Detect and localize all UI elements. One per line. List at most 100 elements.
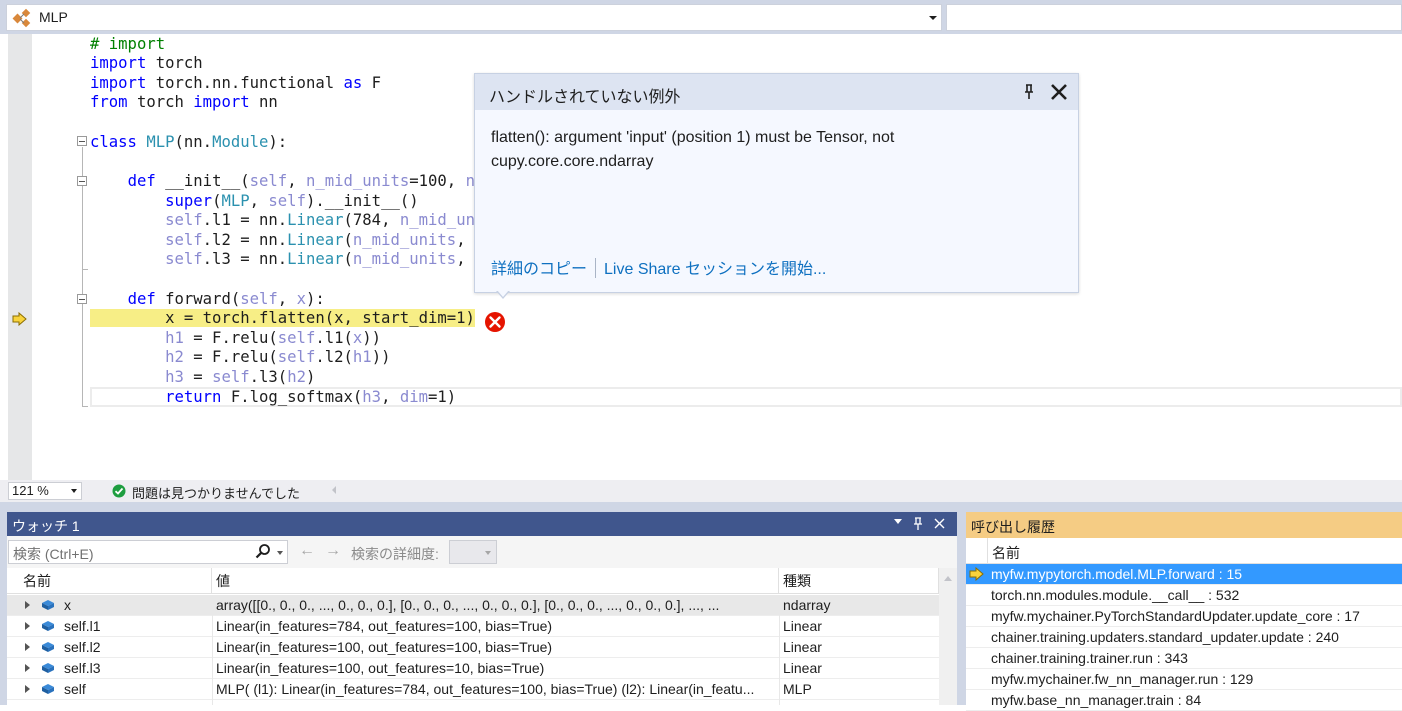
- chevron-down-icon[interactable]: [929, 16, 937, 20]
- close-icon[interactable]: [1049, 82, 1069, 102]
- nav-title: MLP: [39, 9, 68, 25]
- call-stack-title: 呼び出し履歴: [971, 519, 1055, 535]
- current-code-line: x = torch.flatten(x, start_dim=1): [90, 309, 475, 327]
- close-icon[interactable]: [934, 518, 945, 529]
- search-options-icon[interactable]: [277, 551, 283, 555]
- pin-icon[interactable]: [913, 517, 923, 531]
- stack-frame[interactable]: torch.nn.modules.module.__call__ : 532: [966, 585, 1402, 606]
- watch-type: Linear: [783, 660, 822, 676]
- column-header-type[interactable]: 種類: [779, 568, 939, 594]
- stack-frame[interactable]: myfw.mychainer.PyTorchStandardUpdater.up…: [966, 606, 1402, 627]
- watch-name: self.l3: [64, 660, 101, 676]
- exception-pointer-fill: [497, 290, 509, 297]
- object-icon: [42, 642, 54, 652]
- watch-value: array([[0., 0., 0., ..., 0., 0., 0.], [0…: [216, 597, 720, 613]
- watch-value: Linear(in_features=784, out_features=100…: [216, 618, 553, 634]
- call-stack-window: 呼び出し履歴 名前 myfw.mypytorch.model.MLP.forwa…: [966, 512, 1402, 711]
- pin-icon[interactable]: [1023, 84, 1035, 100]
- watch-row[interactable]: x array([[0., 0., 0., ..., 0., 0., 0.], …: [7, 595, 939, 616]
- call-stack-header: 呼び出し履歴: [966, 512, 1402, 538]
- link-separator: [595, 258, 597, 278]
- error-icon[interactable]: [484, 311, 506, 333]
- watch-type: Linear: [783, 618, 822, 634]
- stack-frame[interactable]: myfw.base_nn_manager.train : 84: [966, 690, 1402, 711]
- expand-icon[interactable]: [25, 622, 30, 630]
- code-line: import torch: [90, 54, 203, 72]
- object-icon: [42, 600, 54, 610]
- editor-status-strip: 121 % 問題は見つかりませんでした: [0, 480, 1402, 502]
- stack-frame-label: myfw.mychainer.PyTorchStandardUpdater.up…: [991, 608, 1360, 624]
- watch-row[interactable]: self.l3 Linear(in_features=100, out_feat…: [7, 658, 939, 679]
- column-gutter: [966, 538, 988, 564]
- code-line: # import: [90, 35, 166, 53]
- expand-icon[interactable]: [25, 601, 30, 609]
- stack-frame[interactable]: chainer.training.updaters.standard_updat…: [966, 627, 1402, 648]
- watch-row[interactable]: self.l1 Linear(in_features=784, out_feat…: [7, 616, 939, 637]
- collapse-class-icon[interactable]: [77, 136, 87, 146]
- watch-row[interactable]: self MLP( (l1): Linear(in_features=784, …: [7, 679, 939, 700]
- watch-name: self: [64, 681, 86, 697]
- column-header-name: 名前: [992, 545, 1020, 561]
- watch-name: self.l2: [64, 639, 101, 655]
- live-share-link[interactable]: Live Share セッションを開始...: [604, 261, 826, 278]
- member-dropdown[interactable]: [946, 4, 1402, 31]
- vertical-scrollbar[interactable]: [939, 568, 957, 705]
- stack-frame[interactable]: myfw.mypytorch.model.MLP.forward : 15: [966, 564, 1402, 585]
- type-dropdown[interactable]: MLP: [6, 4, 942, 31]
- search-depth-dropdown[interactable]: [449, 540, 497, 564]
- watch-type: Linear: [783, 639, 822, 655]
- navigation-bar: MLP: [0, 0, 1402, 34]
- copy-details-link[interactable]: 詳細のコピー: [491, 261, 587, 278]
- search-next-icon[interactable]: →: [325, 542, 341, 560]
- call-stack-column-header[interactable]: 名前: [966, 538, 1402, 564]
- search-icon[interactable]: [255, 543, 271, 561]
- exception-header: ハンドルされていない例外: [475, 74, 1078, 110]
- stack-frame[interactable]: chainer.training.trainer.run : 343: [966, 648, 1402, 669]
- search-previous-icon[interactable]: ←: [299, 542, 315, 560]
- code-line: h3 = self.l3(h2): [165, 368, 316, 386]
- column-header-value[interactable]: 値: [212, 568, 779, 594]
- object-icon: [42, 684, 54, 694]
- code-line: self.l3 = nn.Linear(n_mid_units, n_: [165, 250, 494, 268]
- search-input[interactable]: 検索 (Ctrl+E): [8, 540, 288, 564]
- code-line: h1 = F.relu(self.l1(x)): [165, 329, 382, 347]
- stack-frame-label: torch.nn.modules.module.__call__ : 532: [991, 587, 1240, 603]
- scroll-left-icon[interactable]: [332, 486, 336, 494]
- class-icon: [12, 8, 31, 28]
- collapse-init-icon[interactable]: [77, 176, 87, 186]
- search-depth-label: 検索の詳細度:: [351, 546, 439, 562]
- chevron-down-icon: [485, 551, 491, 555]
- fold-guide-end: [82, 406, 88, 407]
- expand-icon[interactable]: [25, 685, 30, 693]
- column-header-name[interactable]: 名前: [7, 568, 212, 594]
- column-divider: [779, 595, 780, 705]
- watch-toolbar: 検索 (Ctrl+E) ← → 検索の詳細度:: [7, 536, 957, 568]
- code-line: self.l2 = nn.Linear(n_mid_units, n_: [165, 231, 494, 249]
- stack-frame-label: myfw.mypytorch.model.MLP.forward : 15: [991, 566, 1243, 582]
- expand-icon[interactable]: [25, 643, 30, 651]
- current-frame-arrow-icon: [969, 567, 984, 581]
- issues-status[interactable]: 問題は見つかりませんでした: [132, 483, 300, 502]
- watch-name: x: [64, 597, 71, 613]
- stack-frame[interactable]: myfw.mychainer.fw_nn_manager.run : 129: [966, 669, 1402, 690]
- collapse-forward-icon[interactable]: [77, 294, 87, 304]
- exception-actions: 詳細のコピー Live Share セッションを開始...: [491, 255, 826, 279]
- chevron-down-icon: [71, 489, 77, 493]
- watch-value: MLP( (l1): Linear(in_features=784, out_f…: [216, 681, 755, 697]
- code-line: h2 = F.relu(self.l2(h1)): [165, 348, 391, 366]
- stack-frame-label: chainer.training.trainer.run : 343: [991, 650, 1188, 666]
- window-menu-icon[interactable]: [894, 519, 902, 524]
- object-icon: [42, 621, 54, 631]
- expand-icon[interactable]: [25, 664, 30, 672]
- glyph-margin[interactable]: [8, 34, 32, 480]
- stack-frame-label: myfw.mychainer.fw_nn_manager.run : 129: [991, 671, 1254, 687]
- stack-frame-label: myfw.base_nn_manager.train : 84: [991, 692, 1202, 708]
- scroll-up-icon[interactable]: [944, 576, 952, 581]
- code-line: def __init__(self, n_mid_units=100, n_o: [127, 172, 494, 190]
- watch-window: ウォッチ 1 検索 (Ctrl+E) ← → 検索の詳細度: 名前 値 種類 x…: [7, 512, 957, 705]
- code-line: self.l1 = nn.Linear(784, n_mid_unit: [165, 211, 494, 229]
- code-line: def forward(self, x):: [127, 290, 325, 308]
- object-icon: [42, 663, 54, 673]
- zoom-dropdown[interactable]: 121 %: [8, 482, 82, 500]
- watch-row[interactable]: self.l2 Linear(in_features=100, out_feat…: [7, 637, 939, 658]
